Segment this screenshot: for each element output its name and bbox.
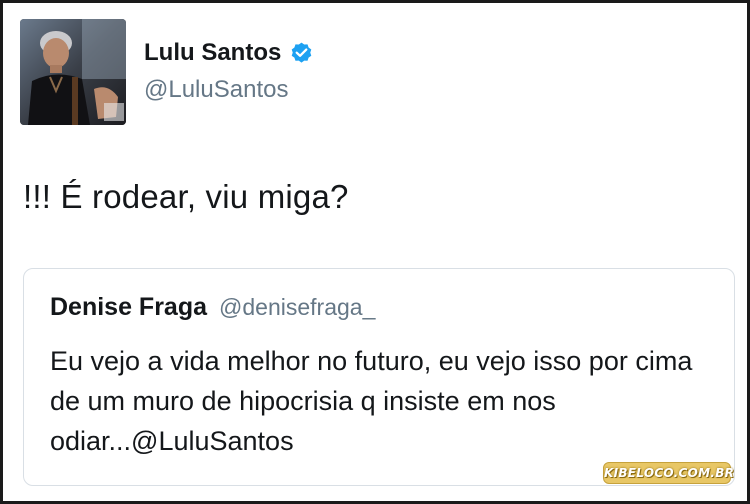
tweet-text: !!! É rodear, viu miga? [23, 178, 349, 215]
author-handle[interactable]: @LuluSantos [144, 76, 288, 104]
watermark-logo: KIBELOCO.COM.BR [603, 462, 734, 484]
quoted-tweet-text: Eu vejo a vida melhor no futuro, eu vejo… [50, 346, 693, 456]
person-photo-icon [20, 19, 126, 125]
quoted-tweet-card[interactable]: Denise Fraga @denisefraga_ Eu vejo a vid… [23, 268, 735, 486]
author-avatar[interactable] [20, 19, 126, 125]
quoted-author-handle: @denisefraga_ [219, 294, 376, 320]
author-display-name[interactable]: Lulu Santos [144, 39, 281, 67]
author-name-row: Lulu Santos [144, 39, 314, 67]
quoted-tweet-header: Denise Fraga @denisefraga_ [50, 293, 375, 322]
tweet-screenshot-frame: Lulu Santos @LuluSantos !!! É rodear, vi… [0, 0, 750, 504]
quoted-author-name: Denise Fraga [50, 293, 208, 321]
verified-badge-icon [292, 42, 312, 63]
